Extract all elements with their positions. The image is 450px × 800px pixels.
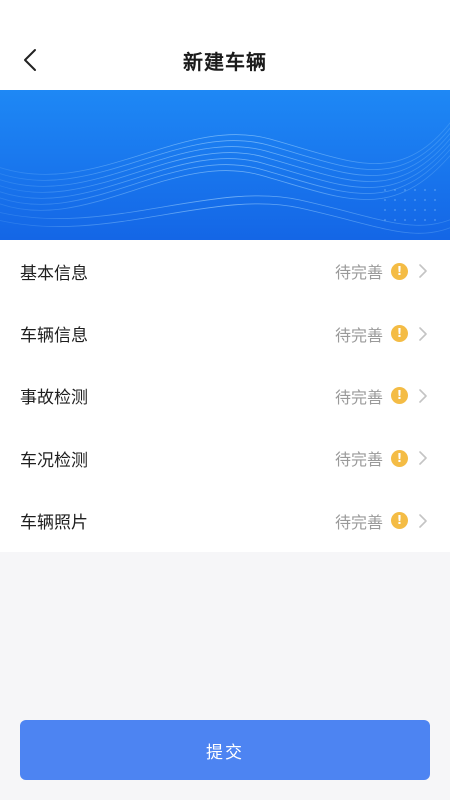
list-item-vehicle-photos[interactable]: 车辆照片 待完善 ! [0,490,450,552]
exclamation-icon: ! [391,387,408,405]
submit-button[interactable]: 提交 [20,720,430,780]
item-label: 车况检测 [20,450,88,471]
exclamation-icon: ! [391,449,408,467]
status-text: 待完善 [334,450,383,470]
exclamation-icon: ! [391,512,408,530]
vehicle-section-list: 基本信息 待完善 ! 车辆信息 待完善 ! 事故检测 待完善 ! 车况检测 待完… [0,240,450,552]
item-label: 事故检测 [20,388,88,409]
status-text: 待完善 [334,263,383,283]
status-text: 待完善 [334,512,383,532]
item-label: 车辆照片 [20,513,88,534]
chevron-right-icon [419,513,427,528]
status-text: 待完善 [334,387,383,407]
chevron-right-icon [419,451,427,466]
item-label: 车辆信息 [20,326,88,347]
wave-decoration [0,122,450,234]
list-item-vehicle-info[interactable]: 车辆信息 待完善 ! [0,302,450,364]
chevron-right-icon [419,389,427,403]
header-banner [0,90,450,240]
exclamation-icon: ! [391,325,408,343]
exclamation-icon: ! [391,262,408,280]
new-vehicle-screen: 新建车辆 基本信息 待完善 ! 车辆信息 待完善 ! 事故检测 待完善 ! 车况… [0,0,450,800]
chevron-right-icon [419,264,427,278]
header: 新建车辆 [0,0,450,90]
chevron-right-icon [419,326,427,341]
list-item-condition-inspection[interactable]: 车况检测 待完善 ! [0,427,450,489]
list-item-accident-inspection[interactable]: 事故检测 待完善 ! [0,365,450,427]
status-text: 待完善 [334,325,383,345]
page-title: 新建车辆 [183,50,267,74]
list-item-basic-info[interactable]: 基本信息 待完善 ! [0,240,450,302]
item-label: 基本信息 [20,263,88,284]
